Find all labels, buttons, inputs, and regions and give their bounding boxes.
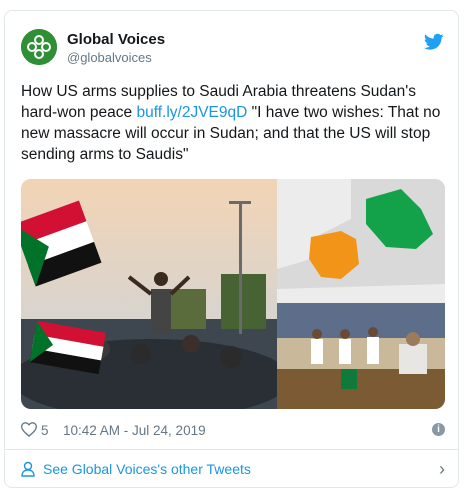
tweet-media[interactable] xyxy=(21,179,445,409)
see-more-tweets-link[interactable]: See Global Voices's other Tweets › xyxy=(21,459,445,479)
like-count[interactable]: 5 xyxy=(41,423,49,438)
avatar[interactable] xyxy=(21,29,57,65)
tweet-text: How US arms supplies to Saudi Arabia thr… xyxy=(21,81,445,165)
twitter-bird-icon[interactable] xyxy=(424,33,444,51)
chevron-right-icon[interactable]: › xyxy=(439,459,445,480)
protest-photo xyxy=(21,179,291,409)
author-handle[interactable]: @globalvoices xyxy=(67,49,165,66)
person-icon xyxy=(21,461,35,480)
tweet-meta: 5 10:42 AM - Jul 24, 2019 i xyxy=(20,421,445,441)
author-name[interactable]: Global Voices xyxy=(67,30,165,49)
timestamp[interactable]: 10:42 AM - Jul 24, 2019 xyxy=(63,423,206,438)
tweet-header: Global Voices @globalvoices xyxy=(21,29,444,69)
media-collage xyxy=(21,179,445,409)
tweet-card[interactable]: Global Voices @globalvoices How US arms … xyxy=(4,10,459,488)
map-image xyxy=(277,179,445,303)
author-block[interactable]: Global Voices @globalvoices xyxy=(67,30,165,66)
see-more-tweets-label[interactable]: See Global Voices's other Tweets xyxy=(43,461,251,477)
heart-icon[interactable] xyxy=(20,422,38,440)
global-voices-logo-icon xyxy=(21,29,57,65)
info-icon[interactable]: i xyxy=(432,423,445,436)
tweet-link[interactable]: buff.ly/2JVE9qD xyxy=(136,104,247,121)
meeting-photo xyxy=(277,303,445,409)
divider xyxy=(5,449,458,450)
